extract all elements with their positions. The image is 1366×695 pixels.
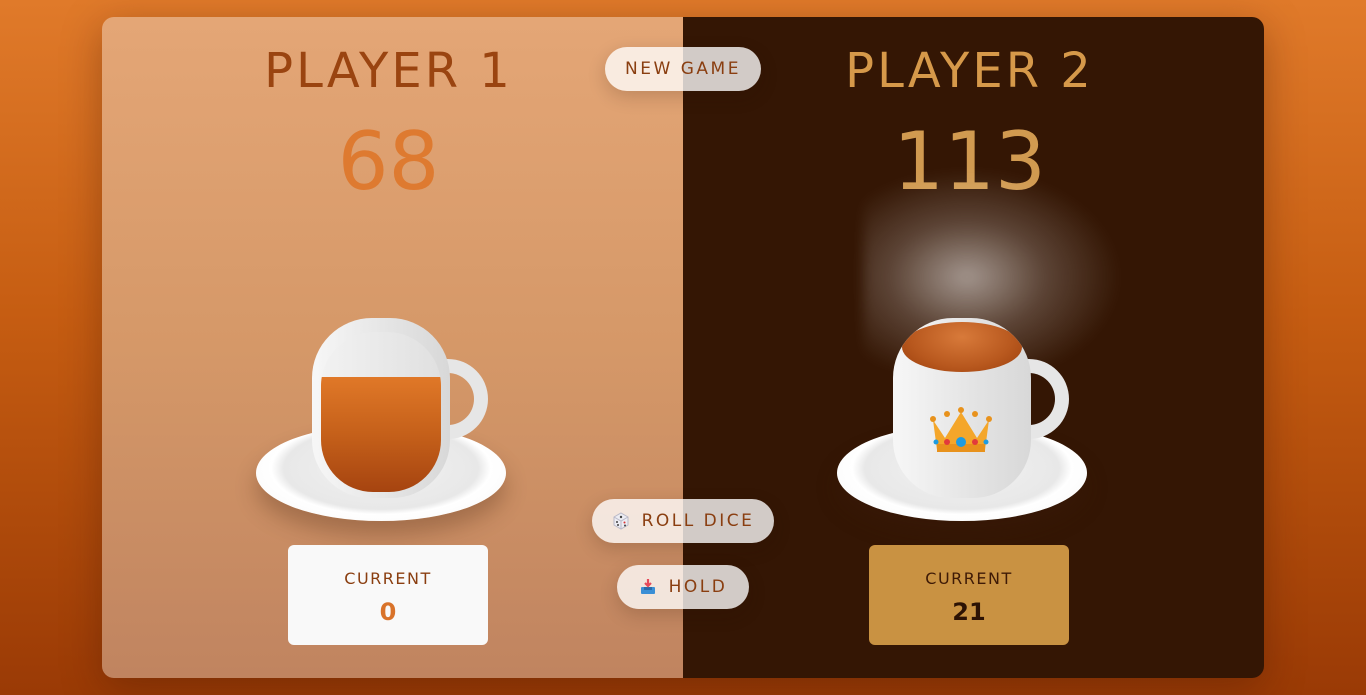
- cup-body: [312, 318, 450, 498]
- roll-dice-label: ROLL DICE: [641, 511, 755, 531]
- tea-surface: [902, 322, 1022, 372]
- cup-inner: [321, 332, 441, 492]
- player-2-current-box: CURRENT 21: [869, 545, 1069, 645]
- inbox-tray-icon: [640, 579, 655, 594]
- new-game-button[interactable]: NEW GAME: [605, 47, 761, 91]
- crown-icon: [930, 407, 992, 452]
- dice-icon: [613, 512, 629, 530]
- player-1-current-box: CURRENT 0: [288, 545, 488, 645]
- player-1-name: PLAYER 1: [264, 43, 513, 99]
- player-2-panel: PLAYER 2 113 CURRENT 21: [683, 17, 1264, 678]
- player-2-tea-cup: [833, 307, 1093, 537]
- cup-body: [893, 318, 1031, 498]
- new-game-label: NEW GAME: [625, 59, 741, 79]
- hold-label: HOLD: [668, 577, 728, 597]
- hold-button[interactable]: HOLD: [617, 565, 749, 609]
- current-score: 0: [379, 598, 397, 626]
- player-1-panel: PLAYER 1 68 CURRENT 0: [102, 17, 683, 678]
- current-score: 21: [952, 598, 986, 626]
- player-1-tea-cup: [252, 307, 512, 537]
- player-2-name: PLAYER 2: [845, 43, 1094, 99]
- player-1-score: 68: [337, 115, 440, 208]
- current-label: CURRENT: [344, 569, 432, 588]
- tea-level-fill: [321, 376, 441, 492]
- roll-dice-button[interactable]: ROLL DICE: [592, 499, 774, 543]
- current-label: CURRENT: [925, 569, 1013, 588]
